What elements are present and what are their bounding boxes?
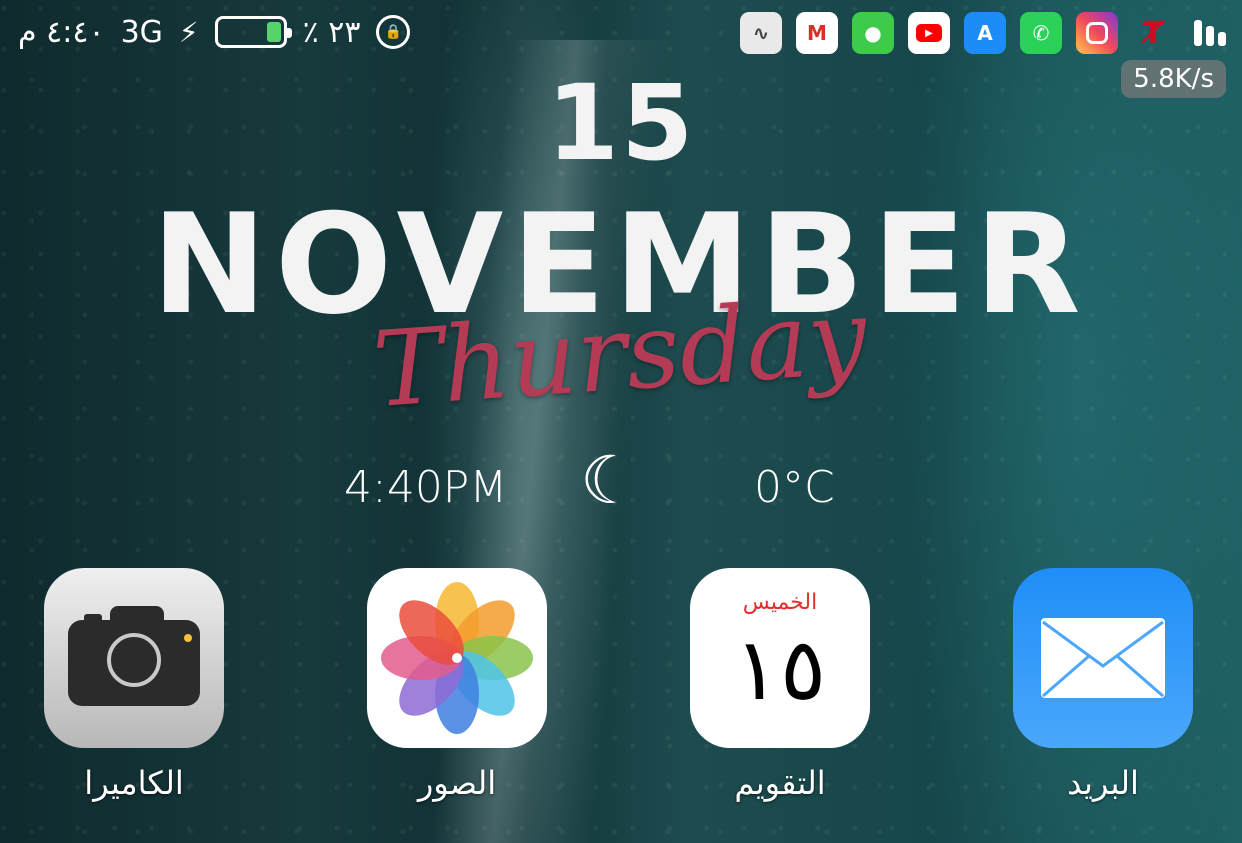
instagram-icon[interactable] (1076, 12, 1118, 54)
app-photos[interactable]: الصور (367, 568, 547, 802)
app-label-photos: الصور (417, 764, 497, 802)
whatsapp-icon[interactable]: ✆ (1020, 12, 1062, 54)
avira-icon[interactable]: Ⱦ (1132, 12, 1174, 54)
app-camera[interactable]: الكاميرا (44, 568, 224, 802)
widget-day-number: 15 (546, 62, 696, 184)
status-bar-left: ٤:٤٠ م 3G ⚡ ٪ ٢٣ 🔒 (18, 12, 411, 52)
envelope-icon (1041, 618, 1165, 698)
widget-temperature: 0°C (754, 462, 835, 513)
calendar-icon[interactable]: الخميس ١٥ (690, 568, 870, 748)
soundwave-app-icon[interactable]: ∿ (740, 12, 782, 54)
crescent-moon-icon: ☾ (580, 442, 640, 519)
app-row: الكاميرا الصور الخميس ١٥ التقويم البريد (0, 568, 1242, 838)
photos-icon[interactable] (367, 568, 547, 748)
battery-icon (214, 16, 292, 48)
calendar-day: ١٥ (733, 620, 827, 720)
app-store-icon[interactable]: A (964, 12, 1006, 54)
widget-info-row: 4:40PM ☾ 0°C (340, 442, 860, 522)
app-label-calendar: التقويم (734, 764, 826, 802)
app-label-mail: البريد (1067, 764, 1139, 802)
orientation-lock-icon: 🔒 (376, 15, 411, 49)
notification-icons: ∿ M ● ▶ A ✆ Ⱦ (740, 12, 1226, 54)
network-type: 3G (120, 14, 163, 50)
widget-time: 4:40PM (344, 462, 508, 513)
battery-percent: ٪ ٢٣ (302, 14, 361, 50)
messages-icon[interactable]: ● (852, 12, 894, 54)
signal-strength-icon (1194, 20, 1226, 46)
status-bar: ٤:٤٠ م 3G ⚡ ٪ ٢٣ 🔒 ∿ M ● ▶ A ✆ Ⱦ 5.8K/s (0, 0, 1242, 98)
app-calendar[interactable]: الخميس ١٥ التقويم (690, 568, 870, 802)
gmail-icon[interactable]: M (796, 12, 838, 54)
status-time: ٤:٤٠ م (18, 14, 105, 50)
calendar-weekday: الخميس (742, 590, 818, 615)
app-label-camera: الكاميرا (84, 764, 184, 802)
mail-icon[interactable] (1013, 568, 1193, 748)
youtube-icon[interactable]: ▶ (908, 12, 950, 54)
bolt-icon: ⚡ (178, 15, 199, 49)
app-mail[interactable]: البريد (1013, 568, 1193, 802)
camera-icon[interactable] (44, 568, 224, 748)
battery-fill (266, 22, 281, 42)
